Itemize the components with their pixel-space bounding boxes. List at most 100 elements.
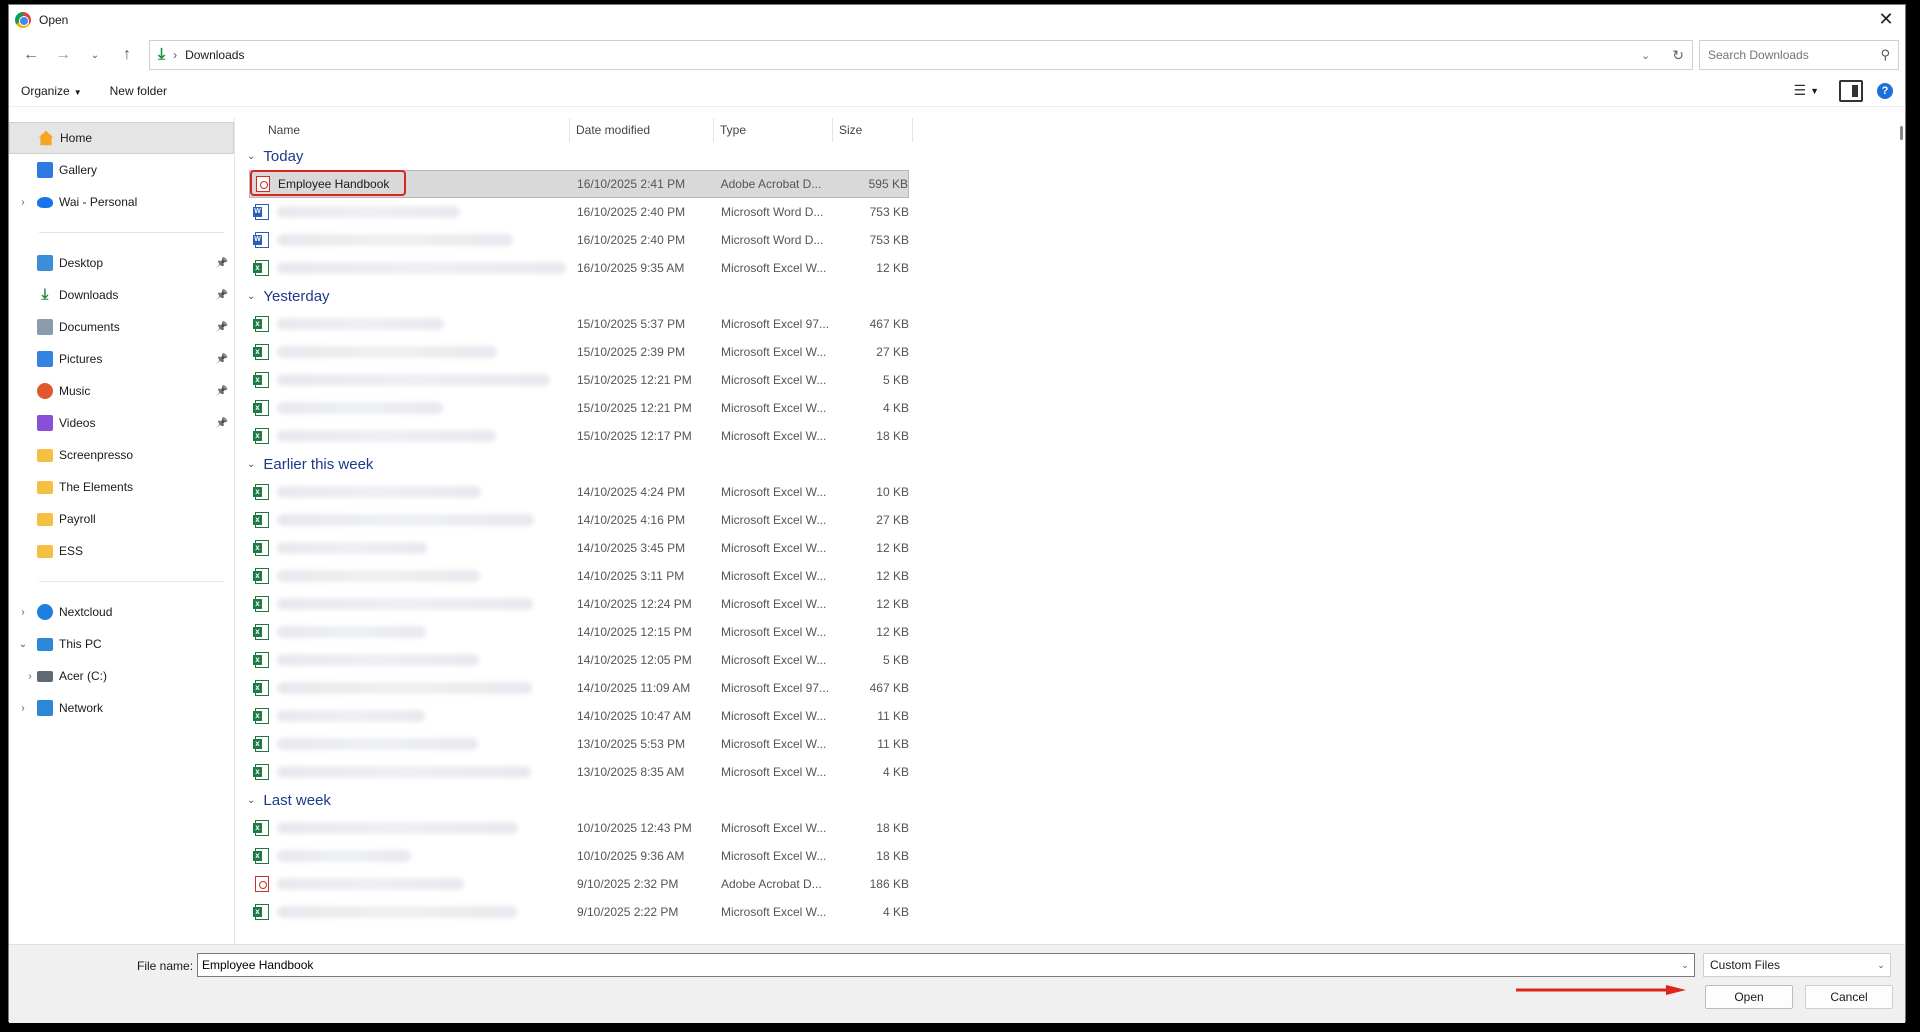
file-row[interactable]: 15/10/2025 12:21 PM Microsoft Excel W... 4…: [249, 394, 909, 422]
address-bar[interactable]: ⤓ › Downloads ⌄ ↻: [149, 40, 1693, 70]
group-header[interactable]: ⌄ Earlier this week: [239, 450, 1905, 478]
file-row[interactable]: 13/10/2025 8:35 AM Microsoft Excel W... 4 …: [249, 758, 909, 786]
file-row[interactable]: 15/10/2025 12:17 PM Microsoft Excel W... 1…: [249, 422, 909, 450]
column-header-name[interactable]: Name: [239, 118, 570, 142]
expand-chevron-icon[interactable]: ›: [9, 671, 37, 682]
file-row[interactable]: 10/10/2025 12:43 PM Microsoft Excel W... 1…: [249, 814, 909, 842]
file-row[interactable]: 14/10/2025 11:09 AM Microsoft Excel 97...…: [249, 674, 909, 702]
collapse-chevron-icon[interactable]: ⌄: [247, 795, 255, 806]
file-row[interactable]: 9/10/2025 2:32 PM Adobe Acrobat D... 186 K…: [249, 870, 909, 898]
collapse-chevron-icon[interactable]: ⌄: [9, 639, 37, 650]
new-folder-button[interactable]: New folder: [110, 84, 167, 98]
breadcrumb-downloads[interactable]: Downloads: [185, 48, 244, 62]
dialog-footer: File name: ⌄ Custom Files ⌄ Open Cancel: [9, 944, 1905, 1023]
close-icon[interactable]: ✕: [1875, 9, 1897, 31]
search-input[interactable]: [1708, 48, 1881, 62]
sidebar-item-gallery[interactable]: Gallery: [9, 154, 234, 186]
file-row[interactable]: 14/10/2025 3:11 PM Microsoft Excel W... 12…: [249, 562, 909, 590]
excel-file-icon: [253, 596, 269, 612]
view-options-icon[interactable]: ☰: [1794, 82, 1807, 99]
column-header-size[interactable]: Size: [833, 118, 913, 142]
excel-file-icon: [253, 372, 269, 388]
sidebar-item-screenpresso[interactable]: Screenpresso: [9, 439, 234, 471]
cancel-button[interactable]: Cancel: [1805, 985, 1893, 1009]
file-row[interactable]: 14/10/2025 3:45 PM Microsoft Excel W... 12…: [249, 534, 909, 562]
collapse-chevron-icon[interactable]: ⌄: [247, 291, 255, 302]
sidebar-item-payroll[interactable]: Payroll: [9, 503, 234, 535]
file-date: 14/10/2025 12:15 PM: [577, 625, 692, 639]
file-type: Microsoft Excel W...: [721, 849, 827, 863]
vertical-scrollbar[interactable]: [1900, 126, 1903, 140]
sidebar-item-wai-personal[interactable]: › Wai - Personal: [9, 186, 234, 218]
search-box[interactable]: ⚲: [1699, 40, 1899, 70]
breadcrumb-chevron-icon[interactable]: ›: [173, 48, 177, 62]
file-name-redacted: [277, 486, 481, 498]
file-row[interactable]: 13/10/2025 5:53 PM Microsoft Excel W... 11…: [249, 730, 909, 758]
file-row[interactable]: 15/10/2025 2:39 PM Microsoft Excel W... 27…: [249, 338, 909, 366]
expand-chevron-icon[interactable]: ›: [9, 607, 37, 618]
file-type: Microsoft Excel W...: [721, 905, 827, 919]
sidebar-item-acer-c[interactable]: › Acer (C:): [9, 660, 234, 692]
sidebar-item-desktop[interactable]: Desktop 📌: [9, 247, 234, 279]
organize-button[interactable]: Organize ▼: [21, 84, 82, 98]
file-size: 12 KB: [876, 625, 909, 639]
file-row[interactable]: 14/10/2025 10:47 AM Microsoft Excel W... 1…: [249, 702, 909, 730]
file-row[interactable]: 14/10/2025 12:24 PM Microsoft Excel W... 1…: [249, 590, 909, 618]
file-row[interactable]: 9/10/2025 2:22 PM Microsoft Excel W... 4 K…: [249, 898, 909, 926]
group-header[interactable]: ⌄ Yesterday: [239, 282, 1905, 310]
back-arrow-icon[interactable]: ←: [15, 41, 47, 69]
file-row[interactable]: 14/10/2025 12:15 PM Microsoft Excel W... 1…: [249, 618, 909, 646]
group-header[interactable]: ⌄ Last week: [239, 786, 1905, 814]
sidebar-item-home[interactable]: Home: [9, 122, 234, 154]
window-title: Open: [39, 13, 69, 27]
file-row[interactable]: 14/10/2025 12:05 PM Microsoft Excel W... 5…: [249, 646, 909, 674]
sidebar-item-label: Gallery: [59, 163, 98, 177]
file-name-input[interactable]: [202, 958, 1676, 972]
file-type: Microsoft Word D...: [721, 233, 824, 247]
collapse-chevron-icon[interactable]: ⌄: [247, 151, 255, 162]
column-header-date[interactable]: Date modified: [570, 118, 714, 142]
file-row[interactable]: 15/10/2025 5:37 PM Microsoft Excel 97... 4…: [249, 310, 909, 338]
file-row[interactable]: 16/10/2025 2:40 PM Microsoft Word D... 753…: [249, 198, 909, 226]
sidebar-item-videos[interactable]: Videos 📌: [9, 407, 234, 439]
file-date: 10/10/2025 9:36 AM: [577, 849, 685, 863]
sidebar-item-nextcloud[interactable]: › Nextcloud: [9, 596, 234, 628]
refresh-icon[interactable]: ↻: [1672, 47, 1684, 64]
file-row[interactable]: 10/10/2025 9:36 AM Microsoft Excel W... 18…: [249, 842, 909, 870]
sidebar-item-this-pc[interactable]: ⌄ This PC: [9, 628, 234, 660]
forward-arrow-icon[interactable]: →: [47, 41, 79, 69]
view-dropdown-icon[interactable]: ▼: [1810, 86, 1819, 96]
file-row[interactable]: 14/10/2025 4:24 PM Microsoft Excel W... 10…: [249, 478, 909, 506]
group-header[interactable]: ⌄ Today: [239, 142, 1905, 170]
sidebar-item-network[interactable]: › Network: [9, 692, 234, 724]
sidebar-item-the-elements[interactable]: The Elements: [9, 471, 234, 503]
file-type-filter[interactable]: Custom Files ⌄: [1703, 953, 1891, 977]
expand-chevron-icon[interactable]: ›: [9, 703, 37, 714]
sidebar-item-pictures[interactable]: Pictures 📌: [9, 343, 234, 375]
file-row[interactable]: 16/10/2025 9:35 AM Microsoft Excel W... 12…: [249, 254, 909, 282]
sidebar-item-documents[interactable]: Documents 📌: [9, 311, 234, 343]
recent-locations-chevron-icon[interactable]: ⌄: [79, 41, 111, 69]
sidebar-item-ess[interactable]: ESS: [9, 535, 234, 567]
up-arrow-icon[interactable]: ↑: [111, 41, 143, 69]
open-button[interactable]: Open: [1705, 985, 1793, 1009]
collapse-chevron-icon[interactable]: ⌄: [247, 459, 255, 470]
annotation-arrow: [1516, 985, 1686, 995]
file-row[interactable]: 15/10/2025 12:21 PM Microsoft Excel W... 5…: [249, 366, 909, 394]
address-dropdown-icon[interactable]: ⌄: [1641, 49, 1650, 62]
annotation-highlight-box: [250, 170, 406, 196]
file-name-field[interactable]: ⌄: [197, 953, 1695, 977]
help-icon[interactable]: ?: [1877, 82, 1893, 99]
sidebar-item-label: Network: [59, 701, 104, 715]
search-icon[interactable]: ⚲: [1880, 47, 1890, 63]
sidebar-item-downloads[interactable]: ⤓ Downloads 📌: [9, 279, 234, 311]
expand-chevron-icon[interactable]: ›: [9, 197, 37, 208]
file-name-redacted: [277, 626, 426, 638]
file-row[interactable]: Employee Handbook 16/10/2025 2:41 PM Adobe…: [249, 170, 909, 198]
preview-pane-icon[interactable]: [1839, 79, 1863, 102]
file-row[interactable]: 16/10/2025 2:40 PM Microsoft Word D... 753…: [249, 226, 909, 254]
column-header-type[interactable]: Type: [714, 118, 833, 142]
sidebar-item-music[interactable]: Music 📌: [9, 375, 234, 407]
file-row[interactable]: 14/10/2025 4:16 PM Microsoft Excel W... 27…: [249, 506, 909, 534]
file-name-dropdown-icon[interactable]: ⌄: [1676, 960, 1694, 971]
